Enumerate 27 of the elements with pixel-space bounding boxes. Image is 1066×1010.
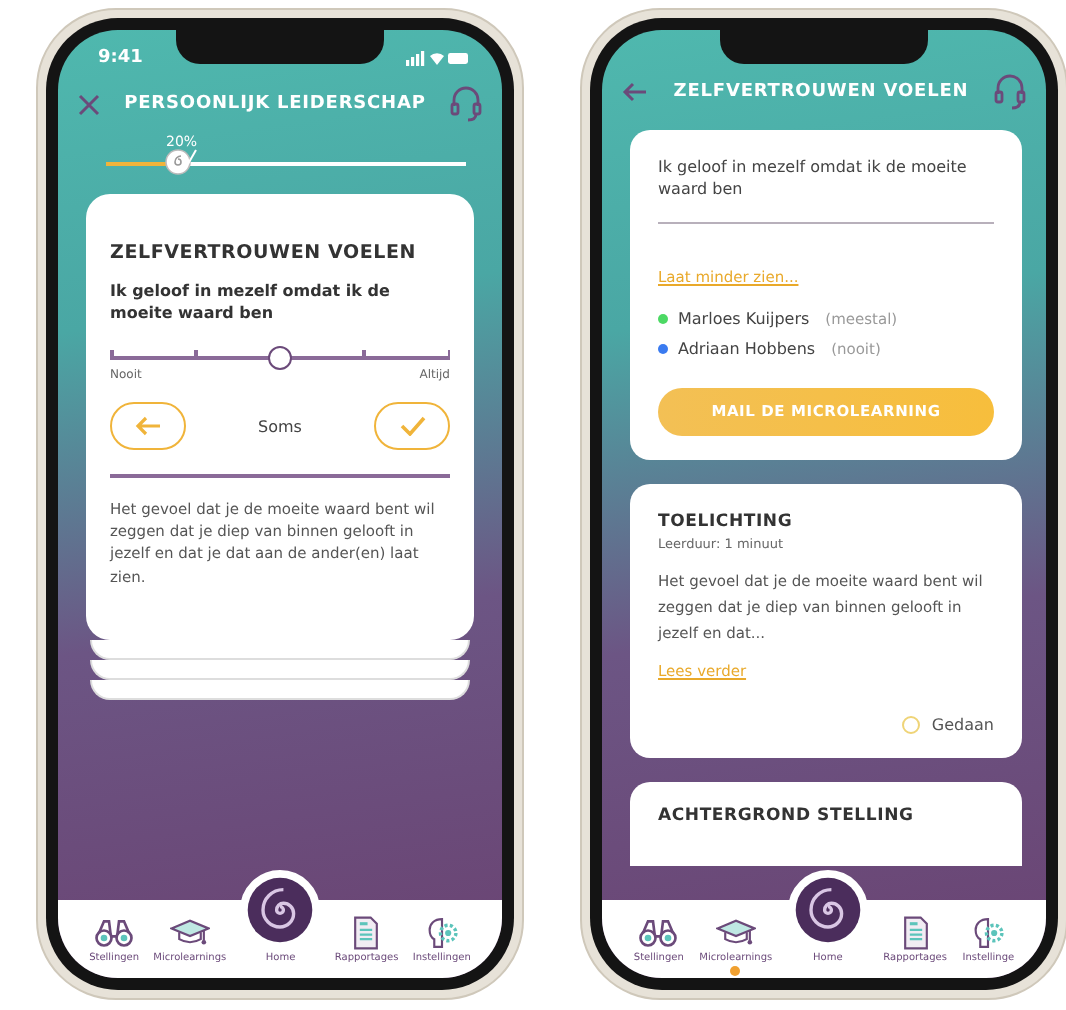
- back-button[interactable]: [110, 402, 186, 451]
- card-title: ACHTERGROND STELLING: [658, 805, 916, 826]
- done-label: Gedaan: [931, 715, 994, 734]
- status-time: 9:41: [98, 48, 143, 68]
- graduation-cap-icon: [715, 916, 756, 950]
- binoculars-icon: [638, 916, 679, 950]
- screen-title: ZELFVERTROUWEN VOELEN: [673, 82, 969, 102]
- signal-wifi-battery-icon: [406, 50, 470, 66]
- slider-thumb[interactable]: [268, 346, 292, 371]
- headset-icon[interactable]: [449, 86, 482, 122]
- confirm-button[interactable]: [374, 402, 450, 451]
- close-icon[interactable]: [78, 93, 100, 115]
- question-text: Ik geloof in mezelf omdat ik de moeite waard ben: [110, 280, 392, 325]
- done-radio[interactable]: [901, 715, 920, 734]
- person-name: Adriaan Hobbens: [678, 340, 816, 359]
- checkmark-icon: [399, 416, 425, 437]
- statement-text: Ik geloof in mezelf omdat ik de moeite waard ben: [658, 158, 969, 202]
- binoculars-icon: [94, 916, 135, 950]
- left-arrow-icon: [134, 416, 162, 437]
- screen-title: PERSOONLIJK LEIDERSCHAP: [124, 94, 426, 114]
- card-title: TOELICHTING: [658, 511, 795, 532]
- headset-icon[interactable]: [993, 74, 1026, 110]
- person-name: Marloes Kuijpers: [678, 310, 810, 329]
- selected-answer: Soms: [258, 417, 302, 436]
- graduation-cap-icon: [169, 916, 210, 950]
- card-title: ZELFVERTROUWEN VOELEN: [110, 242, 419, 264]
- back-arrow-icon[interactable]: [622, 82, 648, 102]
